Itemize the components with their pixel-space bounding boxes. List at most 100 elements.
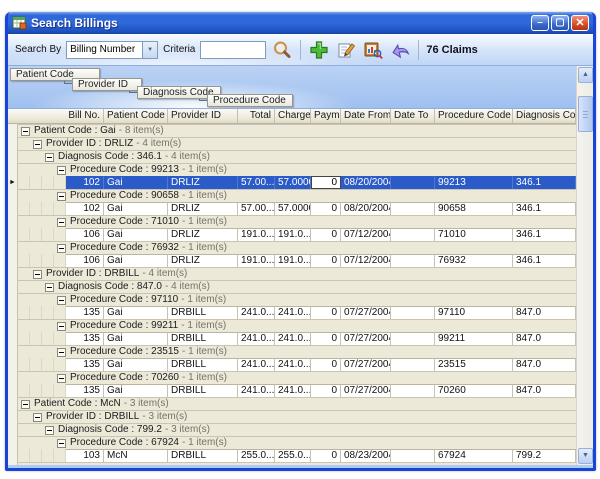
data-row[interactable]: 102GaiDRLIZ57.00...57.0000008/20/2004906… <box>8 202 576 215</box>
close-button[interactable]: ✕ <box>571 15 589 31</box>
column-header-charges[interactable]: Charges <box>275 109 311 123</box>
cell-charges[interactable]: 191.0... <box>275 254 311 267</box>
column-header-payme-[interactable]: Payme... <box>311 109 341 123</box>
column-header-date-from[interactable]: Date From <box>341 109 391 123</box>
cell-procedure-code[interactable]: 70260 <box>435 384 513 397</box>
cell-bill-no-[interactable]: 135 <box>66 358 104 371</box>
column-header-date-to[interactable]: Date To <box>391 109 435 123</box>
data-row[interactable]: 135GaiDRBILL241.0...241.0...007/27/20042… <box>8 358 576 371</box>
data-row[interactable]: 135GaiDRBILL241.0...241.0...007/27/20047… <box>8 384 576 397</box>
data-row[interactable]: 106GaiDRLIZ191.0...191.0...007/12/200471… <box>8 228 576 241</box>
chevron-down-icon[interactable]: ▼ <box>142 42 157 58</box>
cell-date-from[interactable]: 07/27/2004 <box>341 332 391 345</box>
cell-bill-no-[interactable]: 102 <box>66 176 104 189</box>
cell-procedure-code[interactable]: 23515 <box>435 358 513 371</box>
cell-charges[interactable]: 191.0... <box>275 228 311 241</box>
cell-provider-id[interactable]: DRBILL <box>168 449 238 462</box>
cell-provider-id[interactable]: DRLIZ <box>168 202 238 215</box>
maximize-button[interactable]: ▢ <box>551 15 569 31</box>
cell-date-to[interactable] <box>391 306 435 319</box>
group-row[interactable]: Procedure Code : 99213- 1 item(s) <box>8 163 576 176</box>
cell-patient-code[interactable]: Gai <box>104 176 168 189</box>
group-row[interactable]: Procedure Code : 90658- 1 item(s) <box>8 189 576 202</box>
search-by-select[interactable]: Billing Number ▼ <box>66 41 158 59</box>
group-row[interactable]: Procedure Code : 99211- 1 item(s) <box>8 319 576 332</box>
cell-date-to[interactable] <box>391 332 435 345</box>
collapse-icon[interactable] <box>45 153 54 162</box>
group-row[interactable]: Diagnosis Code : 346.1- 4 item(s) <box>8 150 576 163</box>
cell-bill-no-[interactable]: 103 <box>66 449 104 462</box>
search-icon[interactable] <box>271 39 293 61</box>
group-row[interactable]: Provider ID : DRLIZ- 4 item(s) <box>8 137 576 150</box>
data-row[interactable]: 106GaiDRLIZ191.0...191.0...007/12/200476… <box>8 254 576 267</box>
cell-date-to[interactable] <box>391 254 435 267</box>
collapse-icon[interactable] <box>21 127 30 136</box>
cell-payme-[interactable]: 0 <box>311 306 341 319</box>
minimize-button[interactable]: – <box>531 15 549 31</box>
cell-patient-code[interactable]: Gai <box>104 332 168 345</box>
cell-total[interactable]: 191.0... <box>238 254 275 267</box>
cell-total[interactable]: 57.00... <box>238 202 275 215</box>
cell-charges[interactable]: 57.0000 <box>275 202 311 215</box>
collapse-icon[interactable] <box>57 439 66 448</box>
cell-procedure-code[interactable]: 99213 <box>435 176 513 189</box>
collapse-icon[interactable] <box>57 218 66 227</box>
group-row[interactable]: Procedure Code : 70260- 1 item(s) <box>8 371 576 384</box>
cell-charges[interactable]: 241.0... <box>275 306 311 319</box>
cell-bill-no-[interactable]: 135 <box>66 332 104 345</box>
column-header-procedure-code[interactable]: Procedure Code <box>435 109 513 123</box>
add-icon[interactable] <box>308 39 330 61</box>
cell-bill-no-[interactable]: 106 <box>66 228 104 241</box>
vertical-scrollbar[interactable]: ▲ ▼ <box>576 66 593 465</box>
data-row[interactable]: 103McNDRBILL255.0...255.0...008/23/20046… <box>8 449 576 462</box>
cell-date-to[interactable] <box>391 202 435 215</box>
cell-diagnosis-code[interactable]: 346.1 <box>513 254 576 267</box>
undo-icon[interactable] <box>389 39 411 61</box>
cell-date-to[interactable] <box>391 228 435 241</box>
cell-total[interactable]: 241.0... <box>238 384 275 397</box>
cell-patient-code[interactable]: Gai <box>104 202 168 215</box>
cell-patient-code[interactable]: Gai <box>104 306 168 319</box>
cell-payme-[interactable]: 0 <box>311 202 341 215</box>
cell-charges[interactable]: 57.0000 <box>275 176 311 189</box>
cell-date-from[interactable]: 07/27/2004 <box>341 358 391 371</box>
group-row[interactable]: Patient Code : McN- 3 item(s) <box>8 397 576 410</box>
cell-date-from[interactable]: 07/27/2004 <box>341 306 391 319</box>
collapse-icon[interactable] <box>45 283 54 292</box>
cell-date-to[interactable] <box>391 358 435 371</box>
collapse-icon[interactable] <box>33 413 42 422</box>
cell-provider-id[interactable]: DRBILL <box>168 306 238 319</box>
cell-diagnosis-code[interactable]: 847.0 <box>513 332 576 345</box>
cell-procedure-code[interactable]: 90658 <box>435 202 513 215</box>
cell-date-from[interactable]: 08/23/2004 <box>341 449 391 462</box>
collapse-icon[interactable] <box>57 166 66 175</box>
cell-patient-code[interactable]: Gai <box>104 228 168 241</box>
cell-charges[interactable]: 241.0... <box>275 332 311 345</box>
data-row[interactable]: ►102GaiDRLIZ57.00...57.0000008/20/200499… <box>8 176 576 189</box>
cell-payme-[interactable]: 0 <box>311 358 341 371</box>
group-tab-procedure-code[interactable]: Procedure Code <box>207 94 293 107</box>
cell-procedure-code[interactable]: 99211 <box>435 332 513 345</box>
scroll-up-icon[interactable]: ▲ <box>578 67 593 83</box>
group-row[interactable]: Procedure Code : 76932- 1 item(s) <box>8 241 576 254</box>
group-row[interactable]: Provider ID : DRBILL- 4 item(s) <box>8 267 576 280</box>
cell-date-from[interactable]: 07/27/2004 <box>341 384 391 397</box>
titlebar[interactable]: Search Billings – ▢ ✕ <box>8 12 593 34</box>
cell-patient-code[interactable]: Gai <box>104 384 168 397</box>
cell-provider-id[interactable]: DRBILL <box>168 358 238 371</box>
group-row[interactable]: Procedure Code : 97110- 1 item(s) <box>8 293 576 306</box>
collapse-icon[interactable] <box>57 322 66 331</box>
cell-date-from[interactable]: 07/12/2004 <box>341 254 391 267</box>
cell-payme-[interactable]: 0 <box>311 449 341 462</box>
scroll-down-icon[interactable]: ▼ <box>578 448 593 464</box>
group-row[interactable]: Patient Code : Gai- 8 item(s) <box>8 124 576 137</box>
cell-diagnosis-code[interactable]: 847.0 <box>513 384 576 397</box>
column-header-bill-no-[interactable]: Bill No. <box>8 109 104 123</box>
cell-procedure-code[interactable]: 76932 <box>435 254 513 267</box>
collapse-icon[interactable] <box>33 140 42 149</box>
group-row[interactable]: Procedure Code : 67924- 1 item(s) <box>8 436 576 449</box>
scrollbar-thumb[interactable] <box>578 96 593 132</box>
cell-procedure-code[interactable]: 71010 <box>435 228 513 241</box>
reports-icon[interactable] <box>362 39 384 61</box>
cell-charges[interactable]: 255.0... <box>275 449 311 462</box>
